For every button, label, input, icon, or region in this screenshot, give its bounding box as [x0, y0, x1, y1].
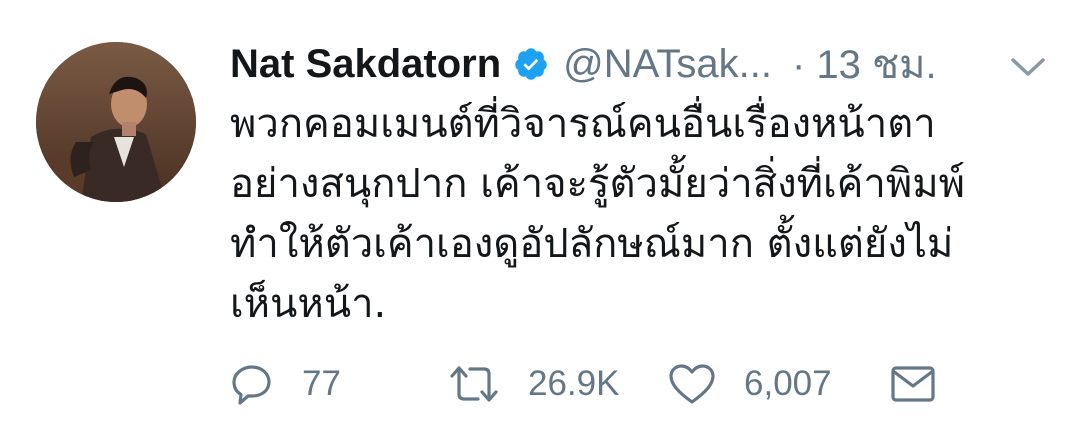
- retweet-icon: [450, 366, 498, 402]
- verified-badge-icon: [515, 48, 547, 80]
- author-handle[interactable]: @NATsak...: [563, 42, 772, 87]
- avatar-image: [36, 42, 196, 202]
- chevron-down-icon[interactable]: [1010, 56, 1046, 78]
- tweet-text-line: พวกคอมเมนต์ที่วิจารณ์คนอื่นเรื่องหน้าตา: [230, 101, 936, 147]
- heart-icon: [669, 364, 715, 404]
- tweet-actions: 77 26.9K 6,007: [230, 356, 950, 412]
- retweet-count: 26.9K: [528, 364, 620, 403]
- tweet-text: พวกคอมเมนต์ที่วิจารณ์คนอื่นเรื่องหน้าตา …: [230, 94, 1050, 334]
- tweet-timestamp[interactable]: · 13 ชม.: [792, 32, 937, 96]
- tweet-text-line: เห็นหน้า.: [230, 281, 387, 327]
- like-count: 6,007: [744, 364, 832, 403]
- tweet-header: Nat Sakdatorn @NATsak... · 13 ชม.: [230, 36, 937, 92]
- reply-button[interactable]: 77: [230, 356, 341, 412]
- tweet-text-line: ทำให้ตัวเค้าเองดูอัปลักษณ์มาก ตั้งแต่ยัง…: [230, 221, 954, 267]
- avatar[interactable]: [36, 42, 196, 202]
- reply-count: 77: [302, 364, 341, 403]
- envelope-icon: [891, 366, 935, 402]
- tweet-text-line: อย่างสนุกปาก เค้าจะรู้ตัวมั้ยว่าสิ่งที่เ…: [230, 161, 965, 207]
- tweet-card[interactable]: Nat Sakdatorn @NATsak... · 13 ชม. พวกคอม…: [0, 0, 1080, 445]
- author-name[interactable]: Nat Sakdatorn: [230, 42, 501, 87]
- like-button[interactable]: 6,007: [668, 356, 832, 412]
- retweet-button[interactable]: 26.9K: [448, 356, 619, 412]
- reply-icon: [232, 365, 271, 405]
- share-button[interactable]: [890, 356, 936, 412]
